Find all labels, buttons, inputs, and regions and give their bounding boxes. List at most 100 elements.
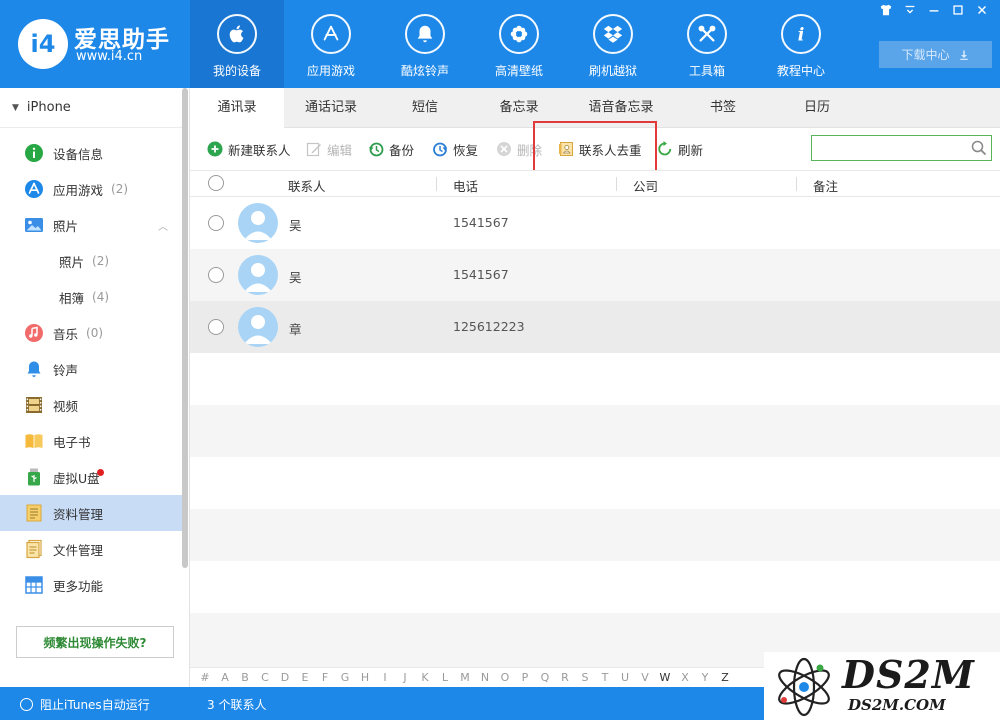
sidebar-scrollbar[interactable] bbox=[181, 88, 189, 568]
table-row[interactable]: 章 125612223 bbox=[190, 301, 1000, 353]
sidebar-item-data-management[interactable]: 资料管理 bbox=[0, 495, 182, 531]
tab-contacts[interactable]: 通讯录 bbox=[190, 88, 284, 129]
alphabet-letter[interactable]: Z bbox=[715, 671, 735, 684]
search-icon[interactable] bbox=[971, 140, 987, 156]
search-box[interactable] bbox=[811, 135, 992, 161]
sidebar-item-apps[interactable]: 应用游戏 (2) bbox=[0, 171, 182, 207]
download-center-button[interactable]: 下载中心 bbox=[879, 41, 992, 68]
collapse-arrow-icon[interactable]: ︿ bbox=[158, 218, 168, 233]
tab-sms[interactable]: 短信 bbox=[378, 88, 472, 128]
column-separator[interactable] bbox=[616, 177, 617, 191]
tab-notes[interactable]: 备忘录 bbox=[472, 88, 566, 128]
column-header-company[interactable]: 公司 bbox=[633, 176, 658, 195]
maximize-icon[interactable] bbox=[948, 3, 968, 19]
alphabet-letter[interactable]: K bbox=[415, 671, 435, 684]
alphabet-letter[interactable]: N bbox=[475, 671, 495, 684]
alphabet-letter[interactable]: S bbox=[575, 671, 595, 684]
nav-my-device[interactable]: 我的设备 bbox=[190, 0, 284, 88]
edit-button[interactable]: 编辑 bbox=[306, 139, 352, 159]
column-header-contact[interactable]: 联系人 bbox=[288, 176, 326, 195]
alphabet-letter[interactable]: R bbox=[555, 671, 575, 684]
tab-voice-memos[interactable]: 语音备忘录 bbox=[566, 88, 676, 128]
alphabet-letter[interactable]: I bbox=[375, 671, 395, 684]
alphabet-letter[interactable]: H bbox=[355, 671, 375, 684]
delete-label: 删除 bbox=[517, 142, 543, 158]
alphabet-letter[interactable]: F bbox=[315, 671, 335, 684]
alphabet-letter[interactable]: T bbox=[595, 671, 615, 684]
shirt-icon[interactable] bbox=[876, 3, 896, 19]
alphabet-letter[interactable]: # bbox=[195, 671, 215, 684]
row-select-radio[interactable] bbox=[208, 319, 224, 335]
sidebar-item-music[interactable]: 音乐 (0) bbox=[0, 315, 182, 351]
tab-call-history[interactable]: 通话记录 bbox=[284, 88, 378, 128]
search-input[interactable] bbox=[816, 138, 966, 158]
alphabet-letter[interactable]: U bbox=[615, 671, 635, 684]
nav-label: 刷机越狱 bbox=[588, 64, 637, 78]
sidebar-item-more[interactable]: 更多功能 bbox=[0, 567, 182, 603]
nav-apps-games[interactable]: 应用游戏 bbox=[284, 0, 378, 88]
alphabet-letter[interactable]: A bbox=[215, 671, 235, 684]
alphabet-letter[interactable]: E bbox=[295, 671, 315, 684]
nav-toolbox[interactable]: 工具箱 bbox=[660, 0, 754, 88]
alphabet-letter[interactable]: W bbox=[655, 671, 675, 684]
tab-bookmarks[interactable]: 书签 bbox=[676, 88, 770, 128]
alphabet-letter[interactable]: C bbox=[255, 671, 275, 684]
alphabet-letter[interactable]: P bbox=[515, 671, 535, 684]
sidebar-item-device-info[interactable]: 设备信息 bbox=[0, 135, 182, 171]
new-contact-button[interactable]: 新建联系人 bbox=[207, 139, 291, 159]
alphabet-letter[interactable]: L bbox=[435, 671, 455, 684]
column-header-phone[interactable]: 电话 bbox=[453, 176, 478, 195]
table-row[interactable]: 吴 1541567 bbox=[190, 249, 1000, 301]
row-select-radio[interactable] bbox=[208, 267, 224, 283]
nav-flash-jailbreak[interactable]: 刷机越狱 bbox=[566, 0, 660, 88]
backup-button[interactable]: 备份 bbox=[368, 139, 414, 159]
alphabet-letter[interactable]: M bbox=[455, 671, 475, 684]
row-select-radio[interactable] bbox=[208, 215, 224, 231]
alphabet-letter[interactable]: O bbox=[495, 671, 515, 684]
alphabet-letter[interactable]: Q bbox=[535, 671, 555, 684]
close-icon[interactable] bbox=[972, 3, 992, 19]
select-all-radio[interactable] bbox=[208, 175, 224, 191]
sidebar-item-videos[interactable]: 视频 bbox=[0, 387, 182, 423]
contact-name: 吴 bbox=[289, 218, 302, 233]
block-itunes-toggle[interactable]: 阻止iTunes自动运行 bbox=[20, 696, 150, 713]
help-button[interactable]: 频繁出现操作失败? bbox=[16, 626, 174, 658]
sidebar-item-virtual-usb[interactable]: 虚拟U盘 bbox=[0, 459, 182, 495]
dedupe-contacts-label: 联系人去重 bbox=[579, 142, 642, 158]
restore-button[interactable]: 恢复 bbox=[432, 139, 478, 159]
device-selector[interactable]: ▼ iPhone bbox=[0, 88, 182, 128]
svg-text:i: i bbox=[798, 25, 805, 45]
scrollbar-thumb[interactable] bbox=[182, 88, 188, 568]
delete-button[interactable]: 删除 bbox=[496, 139, 542, 159]
alphabet-letter[interactable]: V bbox=[635, 671, 655, 684]
nav-wallpapers[interactable]: 高清壁纸 bbox=[472, 0, 566, 88]
alphabet-letter[interactable]: G bbox=[335, 671, 355, 684]
sidebar-subitem-albums[interactable]: 相簿 (4) bbox=[0, 279, 182, 315]
empty-row bbox=[190, 561, 1000, 613]
empty-row bbox=[190, 509, 1000, 561]
column-separator[interactable] bbox=[436, 177, 437, 191]
column-separator[interactable] bbox=[796, 177, 797, 191]
table-row[interactable]: 吴 1541567 bbox=[190, 197, 1000, 249]
alphabet-letter[interactable]: Y bbox=[695, 671, 715, 684]
column-header-note[interactable]: 备注 bbox=[813, 176, 838, 195]
sidebar-subitem-photos[interactable]: 照片 (2) bbox=[0, 243, 182, 279]
nav-label: 我的设备 bbox=[212, 64, 261, 78]
alphabet-letter[interactable]: B bbox=[235, 671, 255, 684]
alphabet-letter[interactable]: J bbox=[395, 671, 415, 684]
nav-ringtones[interactable]: 酷炫铃声 bbox=[378, 0, 472, 88]
menu-icon[interactable] bbox=[900, 3, 920, 19]
sidebar-item-ebooks[interactable]: 电子书 bbox=[0, 423, 182, 459]
alphabet-letter[interactable]: D bbox=[275, 671, 295, 684]
minimize-icon[interactable] bbox=[924, 3, 944, 19]
nav-tutorials[interactable]: i 教程中心 bbox=[754, 0, 848, 88]
sidebar: ▼ iPhone 设备信息 应用游戏 (2) 照片 ︿ 照片 (2) 相簿 (4… bbox=[0, 88, 190, 688]
refresh-button[interactable]: 刷新 bbox=[657, 139, 703, 159]
sidebar-item-photos[interactable]: 照片 ︿ bbox=[0, 207, 182, 243]
sidebar-item-file-management[interactable]: 文件管理 bbox=[0, 531, 182, 567]
dedupe-contacts-button[interactable]: 联系人去重 bbox=[558, 139, 642, 159]
sidebar-item-ringtones[interactable]: 铃声 bbox=[0, 351, 182, 387]
alphabet-letter[interactable]: X bbox=[675, 671, 695, 684]
sidebar-item-label: 相簿 bbox=[59, 290, 85, 306]
tab-calendar[interactable]: 日历 bbox=[770, 88, 864, 128]
